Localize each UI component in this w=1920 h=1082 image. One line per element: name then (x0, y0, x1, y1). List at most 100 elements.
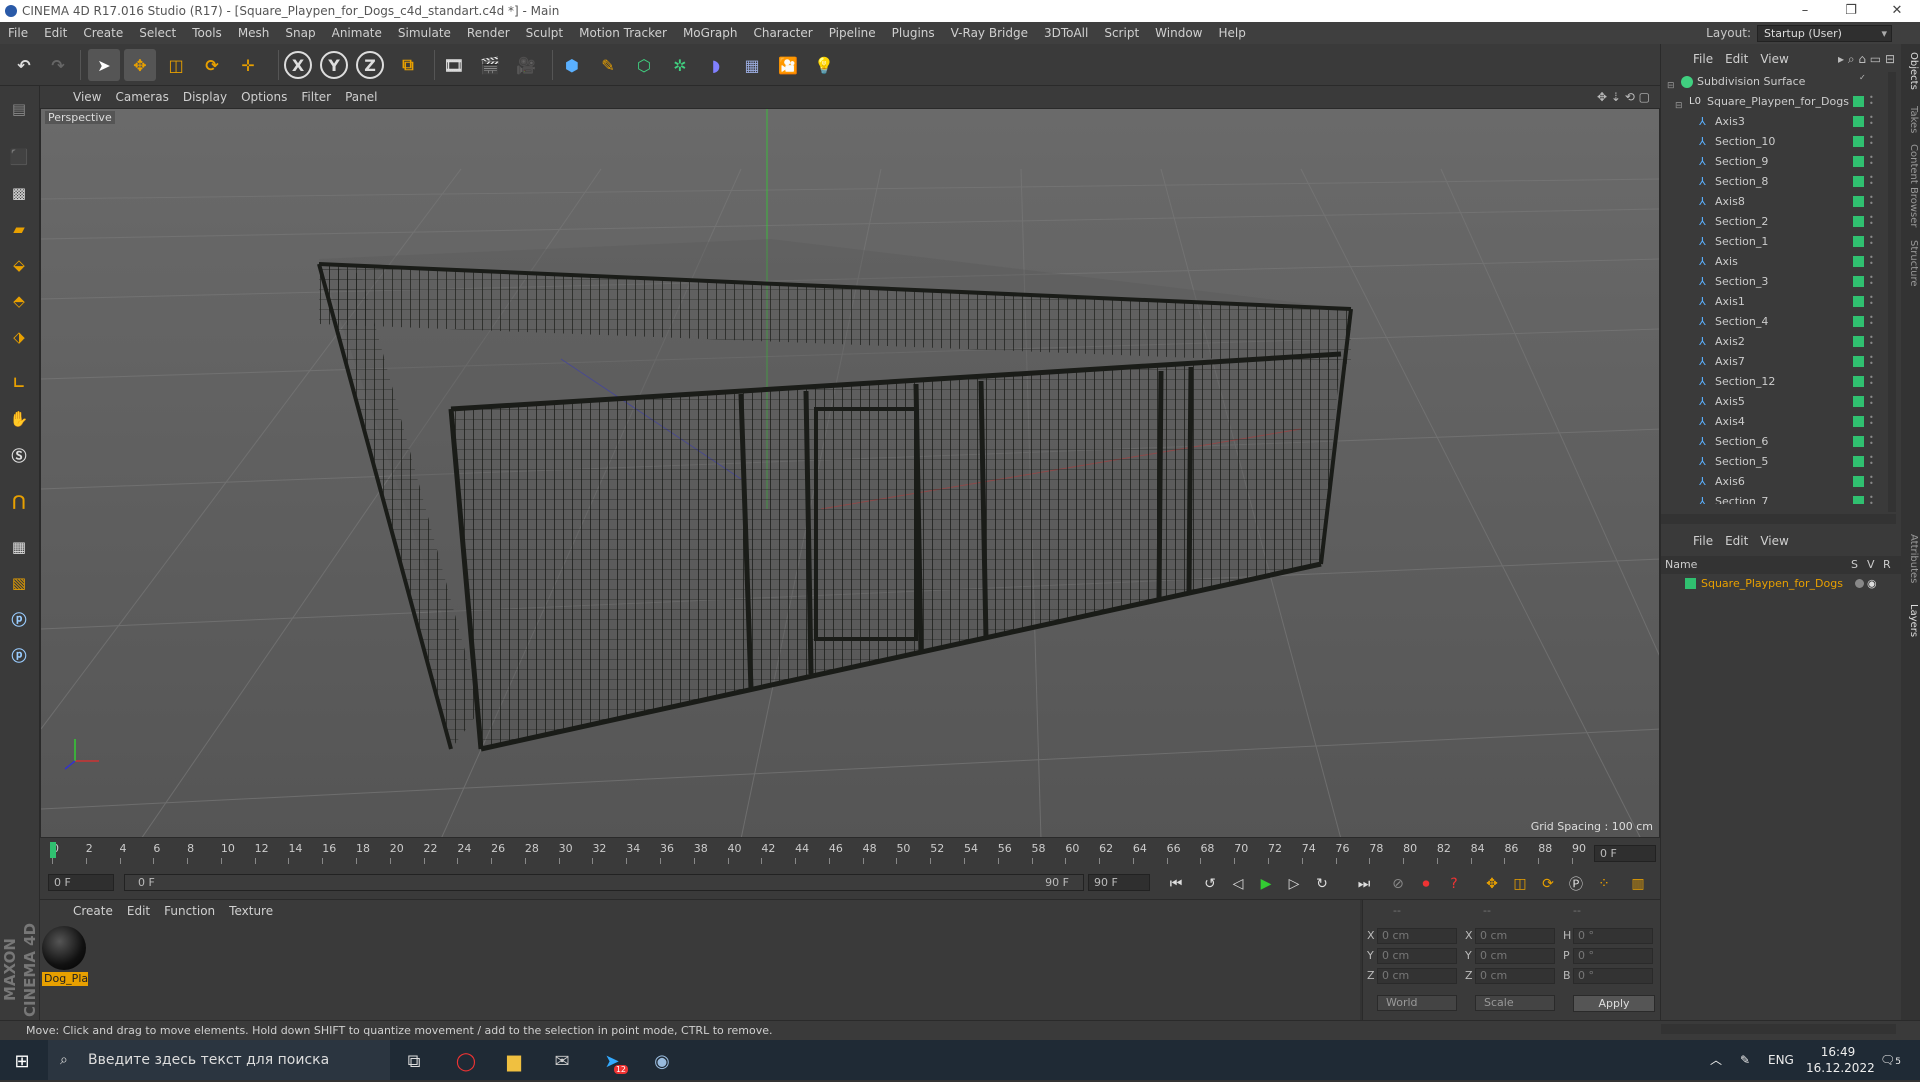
rot-b-field[interactable]: 0 ° (1573, 968, 1653, 984)
visibility-dots[interactable]: • • (1869, 334, 1874, 349)
goto-next-key-icon[interactable]: ↻ (1310, 873, 1334, 895)
layer-color-swatch[interactable] (1853, 336, 1864, 347)
layer-color-swatch[interactable] (1853, 236, 1864, 247)
goto-end-icon[interactable]: ⏭ (1352, 873, 1376, 895)
timeline-ruler[interactable]: 0246810121416182022242628303234363840424… (40, 838, 1660, 866)
workplane-mode-icon[interactable]: ▰ (4, 214, 34, 244)
tree-row-object[interactable]: ⅄ Axis1 • • (1661, 292, 1896, 312)
pen-spline-icon[interactable]: ✎ (592, 49, 624, 81)
layers-menu-edit[interactable]: Edit (1719, 530, 1754, 552)
material-name[interactable]: Dog_Pla (42, 972, 88, 986)
goto-prev-key-icon[interactable]: ↺ (1198, 873, 1222, 895)
layer-color-swatch[interactable] (1853, 96, 1864, 107)
side-tab-structure[interactable]: Structure (1903, 240, 1919, 287)
menu-file[interactable]: File (0, 22, 36, 44)
size-x-field[interactable]: 0 cm (1475, 928, 1555, 944)
menu-3dtoall[interactable]: 3DToAll (1036, 22, 1096, 44)
collapse-icon[interactable]: ⊟ (1667, 76, 1679, 91)
snap-icon[interactable]: Ⓢ (4, 440, 34, 470)
layer-color-swatch[interactable] (1853, 176, 1864, 187)
layer-color-swatch[interactable] (1853, 416, 1864, 427)
python-script-2-icon[interactable]: ⓟ (4, 640, 34, 670)
viewport-menu-view[interactable]: View (66, 86, 108, 108)
layer-color-swatch[interactable] (1853, 156, 1864, 167)
select-arrow-icon[interactable]: ➤ (88, 49, 120, 81)
viewport-menu-filter[interactable]: Filter (294, 86, 338, 108)
tree-row-object[interactable]: ⅄ Section_2 • • (1661, 212, 1896, 232)
side-tab-takes[interactable]: Takes (1903, 106, 1919, 133)
key-pla-icon[interactable]: ⁘ (1592, 873, 1616, 895)
visibility-dots[interactable]: • • (1869, 314, 1874, 329)
windows-start-icon[interactable]: ⊞ (0, 1044, 44, 1078)
task-view-icon[interactable]: ⧉ (392, 1044, 436, 1078)
visibility-dots[interactable]: • • (1869, 94, 1874, 109)
3d-viewport[interactable]: Perspective Grid Spacing : 100 cm (40, 108, 1660, 838)
visibility-dots[interactable]: • • (1869, 374, 1874, 389)
pos-y-field[interactable]: 0 cm (1377, 948, 1457, 964)
prev-frame-icon[interactable]: ◁ (1226, 873, 1250, 895)
key-position-icon[interactable]: ✥ (1480, 873, 1504, 895)
edges-mode-icon[interactable]: ⬘ (4, 286, 34, 316)
tree-row-object[interactable]: ⅄ Section_10 • • (1661, 132, 1896, 152)
tree-row-group[interactable]: ⊟ L0 Square_Playpen_for_Dogs • • (1661, 92, 1896, 112)
current-frame-field[interactable]: 0 F (1594, 845, 1656, 862)
frame-range-slider[interactable]: 0 F 90 F (124, 874, 1084, 891)
render-view-icon[interactable]: 🎞 (438, 49, 470, 81)
side-tab-attributes[interactable]: Attributes (1903, 534, 1919, 583)
objects-menu-edit[interactable]: Edit (1719, 48, 1754, 70)
tree-row-object[interactable]: ⅄ Axis7 • • (1661, 352, 1896, 372)
tree-row-object[interactable]: ⅄ Section_9 • • (1661, 152, 1896, 172)
file-explorer-icon[interactable]: ▆ (492, 1044, 536, 1078)
tree-row-object[interactable]: ⅄ Section_1 • • (1661, 232, 1896, 252)
layer-color-swatch[interactable] (1853, 376, 1864, 387)
undo-icon[interactable]: ↶ (8, 49, 40, 81)
menu-snap[interactable]: Snap (277, 22, 323, 44)
menu-motion-tracker[interactable]: Motion Tracker (571, 22, 675, 44)
viewport-menu-display[interactable]: Display (176, 86, 234, 108)
viewport-menu-panel[interactable]: Panel (338, 86, 384, 108)
next-frame-icon[interactable]: ▷ (1282, 873, 1306, 895)
python-script-icon[interactable]: ⓟ (4, 604, 34, 634)
autokey-icon[interactable]: ? (1442, 873, 1466, 895)
subdivision-surface-icon[interactable]: ⬡ (628, 49, 660, 81)
material-menu-texture[interactable]: Texture (222, 900, 280, 922)
visibility-dots[interactable]: • • (1869, 474, 1874, 489)
tree-row-object[interactable]: ⅄ Axis6 • • (1661, 472, 1896, 492)
visibility-dots[interactable]: • • (1869, 114, 1874, 129)
visibility-dots[interactable]: • • (1869, 434, 1874, 449)
visibility-dots[interactable]: • • (1869, 274, 1874, 289)
pos-z-field[interactable]: 0 cm (1377, 968, 1457, 984)
side-tab-objects[interactable]: Objects (1903, 52, 1919, 90)
layers-menu-file[interactable]: File (1687, 530, 1719, 552)
layer-color-swatch[interactable] (1853, 496, 1864, 504)
z-axis-lock-icon[interactable]: Z (356, 51, 384, 79)
tweak-mode-icon[interactable]: ✋ (4, 404, 34, 434)
menu-select[interactable]: Select (131, 22, 184, 44)
layout-dropdown[interactable]: Startup (User) (1757, 24, 1892, 42)
layer-solo-icon[interactable] (1855, 579, 1864, 588)
layer-color-swatch[interactable] (1853, 456, 1864, 467)
menu-plugins[interactable]: Plugins (884, 22, 943, 44)
visibility-dots[interactable]: • • (1869, 414, 1874, 429)
visibility-dots[interactable]: • • (1869, 214, 1874, 229)
opera-icon[interactable]: ◯ (444, 1044, 488, 1078)
key-parameter-icon[interactable]: Ⓟ (1564, 873, 1588, 895)
objects-menu-view[interactable]: View (1754, 48, 1794, 70)
menu-character[interactable]: Character (745, 22, 820, 44)
menu-mesh[interactable]: Mesh (230, 22, 278, 44)
redo-icon[interactable]: ↷ (42, 49, 74, 81)
layer-color-swatch[interactable] (1853, 256, 1864, 267)
layer-color-swatch[interactable] (1853, 276, 1864, 287)
objects-toolbar-icons[interactable]: ▸ ⌕ ⌂ ▭ ⊟ (1838, 48, 1895, 70)
goto-start-icon[interactable]: ⏮ (1164, 873, 1188, 895)
viewport-nav-icons[interactable]: ✥ ⇣ ⟲ ▢ (1597, 86, 1650, 108)
layers-hscrollbar[interactable] (1661, 1024, 1896, 1034)
cloner-icon[interactable]: ✲ (664, 49, 696, 81)
visibility-dots[interactable]: • • (1869, 294, 1874, 309)
axis-tool-icon[interactable]: ✛ (232, 49, 264, 81)
objects-menu-file[interactable]: File (1687, 48, 1719, 70)
mail-icon[interactable]: ✉ (540, 1044, 584, 1078)
menu-mograph[interactable]: MoGraph (675, 22, 746, 44)
layer-color-swatch[interactable] (1853, 316, 1864, 327)
tree-row-object[interactable]: ⅄ Axis • • (1661, 252, 1896, 272)
